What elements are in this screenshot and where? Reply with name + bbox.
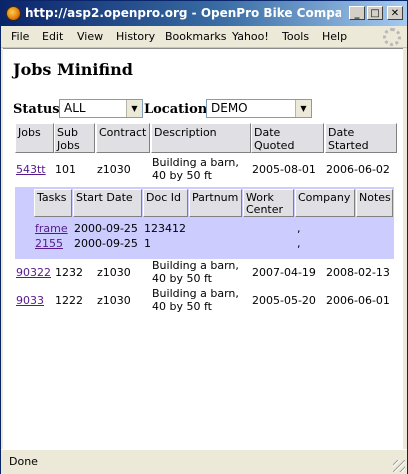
chevron-down-icon[interactable]: ▼ [295,100,311,117]
task-start-date: 2000-09-25 [74,222,138,235]
location-select[interactable]: DEMO ▼ [206,99,312,118]
task-start-date: 2000-09-25 [74,237,138,250]
col-header-doc-id[interactable]: Doc Id [143,189,188,217]
location-select-value: DEMO [211,101,248,115]
col-header-contract[interactable]: Contract [96,123,150,153]
menu-edit[interactable]: Edit [42,29,63,44]
status-text: Done [9,455,38,468]
close-button[interactable]: ✕ [387,6,403,20]
menu-yahoo[interactable]: Yahoo! [232,29,269,44]
menu-help[interactable]: Help [322,29,347,44]
menu-bar: File Edit View History Bookmarks Yahoo! … [1,26,407,48]
job-link[interactable]: 9033 [16,294,44,307]
col-header-company[interactable]: Company [295,189,355,217]
description-cell: Building a barn, [152,287,239,300]
task-doc-id: 1 [144,237,151,250]
description-cell-line2: 40 by 50 ft [152,272,212,285]
col-header-start-date[interactable]: Start Date [73,189,142,217]
page-content: Jobs Minifind Status ALL ▼ Location DEMO… [3,48,403,449]
task-link[interactable]: frame [35,222,68,235]
date-started-cell: 2006-06-02 [326,163,390,176]
col-header-notes[interactable]: Notes [356,189,393,217]
page-title: Jobs Minifind [13,60,133,79]
browser-window: http://asp2.openpro.org - OpenPro Bike C… [0,0,408,474]
job-link[interactable]: 90322 [16,266,51,279]
date-started-cell: 2008-02-13 [326,266,390,279]
col-header-tasks[interactable]: Tasks [34,189,72,217]
contract-cell: z1030 [97,266,131,279]
firefox-icon [6,6,21,21]
location-label: Location [144,102,208,117]
contract-cell: z1030 [97,294,131,307]
description-cell: Building a barn, [152,259,239,272]
tasks-subpanel: Tasks Start Date Doc Id Partnum Work Cen… [15,187,394,259]
job-link[interactable]: 543tt [16,163,46,176]
status-bar: Done [1,449,407,474]
menu-bookmarks[interactable]: Bookmarks [165,29,226,44]
col-header-work-center[interactable]: Work Center [243,189,294,217]
menu-view[interactable]: View [77,29,103,44]
description-cell-line2: 40 by 50 ft [152,169,212,182]
date-started-cell: 2006-06-01 [326,294,390,307]
sub-jobs-cell: 1222 [55,294,83,307]
sub-jobs-cell: 101 [55,163,76,176]
description-cell: Building a barn, [152,156,239,169]
task-doc-id: 123412 [144,222,186,235]
window-title: http://asp2.openpro.org - OpenPro Bike C… [25,6,341,20]
col-header-sub-jobs[interactable]: Sub Jobs [54,123,95,153]
task-company: , [297,237,301,250]
col-header-date-started[interactable]: Date Started [325,123,397,153]
description-cell-line2: 40 by 50 ft [152,300,212,313]
menu-tools[interactable]: Tools [282,29,309,44]
contract-cell: z1030 [97,163,131,176]
task-link[interactable]: 2155 [35,237,63,250]
status-label: Status [13,102,60,117]
sub-jobs-cell: 1232 [55,266,83,279]
minimize-button[interactable]: _ [349,6,365,20]
chevron-down-icon[interactable]: ▼ [126,100,142,117]
task-company: , [297,222,301,235]
throbber-icon [383,28,401,46]
col-header-description[interactable]: Description [151,123,251,153]
resize-grip-icon[interactable] [393,460,405,472]
date-quoted-cell: 2007-04-19 [252,266,316,279]
menu-file[interactable]: File [11,29,29,44]
status-select[interactable]: ALL ▼ [59,99,143,118]
col-header-partnum[interactable]: Partnum [189,189,242,217]
menu-history[interactable]: History [116,29,155,44]
date-quoted-cell: 2005-08-01 [252,163,316,176]
maximize-button[interactable]: □ [367,6,383,20]
col-header-jobs[interactable]: Jobs [15,123,54,153]
title-bar[interactable]: http://asp2.openpro.org - OpenPro Bike C… [1,1,407,26]
col-header-date-quoted[interactable]: Date Quoted [251,123,324,153]
date-quoted-cell: 2005-05-20 [252,294,316,307]
status-select-value: ALL [64,101,86,115]
